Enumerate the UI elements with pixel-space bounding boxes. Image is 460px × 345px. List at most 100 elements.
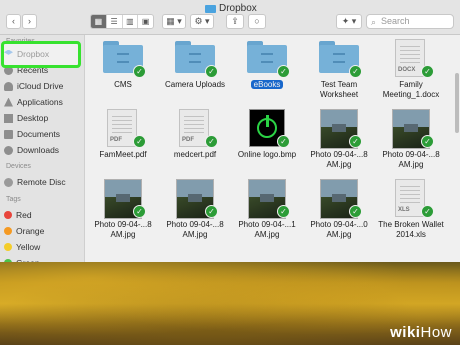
title-bar: Dropbox ‹ › ▦ ☰ ▥ ▣ ▦ ▾ ⚙ ▾ ⇪ ○ ✦ ▾ ⌕ Se…	[0, 0, 460, 35]
search-placeholder: Search	[381, 16, 410, 26]
sidebar-item-label: Documents	[17, 129, 60, 139]
file-item[interactable]: PDF ✓ medcert.pdf	[159, 107, 231, 177]
gallery-view-button[interactable]: ▣	[138, 15, 153, 28]
sync-check-icon: ✓	[421, 65, 434, 78]
arrange-button[interactable]: ▦ ▾	[162, 14, 186, 29]
sync-check-icon: ✓	[277, 135, 290, 148]
sidebar-tag-orange[interactable]: Orange	[4, 224, 80, 238]
document-icon	[4, 129, 13, 139]
file-item[interactable]: ✓ Photo 09-04-...8 AM.jpg	[159, 177, 231, 247]
sidebar-item-label: Orange	[16, 226, 45, 236]
file-name: medcert.pdf	[173, 150, 217, 159]
sidebar-item-icloud-drive[interactable]: iCloud Drive	[4, 79, 80, 93]
window-title: Dropbox	[205, 3, 257, 14]
file-item[interactable]: ✓ Photo 09-04-...8 AM.jpg	[303, 107, 375, 177]
finder-window: Dropbox ‹ › ▦ ☰ ▥ ▣ ▦ ▾ ⚙ ▾ ⇪ ○ ✦ ▾ ⌕ Se…	[0, 0, 460, 262]
file-name: The Broken Wallet 2014.xls	[378, 220, 444, 239]
sidebar-item-desktop[interactable]: Desktop	[4, 111, 80, 125]
dropbox-highlight-box	[1, 41, 81, 68]
file-item[interactable]: ✓ eBooks	[231, 37, 303, 107]
sidebar-item-label: Yellow	[16, 242, 41, 252]
sidebar-item-remote-disc[interactable]: Remote Disc	[4, 175, 80, 189]
file-name: Test Team Worksheet	[319, 80, 359, 99]
file-item[interactable]: ✓ Photo 09-04-...8 AM.jpg	[87, 177, 159, 247]
folder-icon	[205, 4, 216, 13]
file-item[interactable]: ✓ Test Team Worksheet	[303, 37, 375, 107]
sidebar-tag-red[interactable]: Red	[4, 208, 80, 222]
tag-button[interactable]: ○	[248, 14, 266, 29]
sidebar-item-label: Applications	[17, 97, 63, 107]
forward-button[interactable]: ›	[22, 14, 37, 29]
action-button[interactable]: ⚙ ▾	[190, 14, 214, 29]
share-button[interactable]: ⇪	[226, 14, 244, 29]
sidebar-item-applications[interactable]: Applications	[4, 95, 80, 109]
devices-header: Devices	[6, 163, 31, 170]
list-view-button[interactable]: ☰	[107, 15, 123, 28]
file-name: eBooks	[231, 80, 303, 90]
back-button[interactable]: ‹	[6, 14, 21, 29]
file-item[interactable]: XLS ✓ The Broken Wallet 2014.xls	[375, 177, 447, 247]
sync-check-icon: ✓	[349, 65, 362, 78]
file-name: FamMeet.pdf	[99, 150, 147, 159]
file-name: Photo 09-04-...8 AM.jpg	[166, 220, 224, 239]
sidebar-item-label: Downloads	[17, 145, 60, 155]
file-name: Online logo.bmp	[237, 150, 297, 159]
file-name: Photo 09-04-...0 AM.jpg	[310, 220, 368, 239]
sync-check-icon: ✓	[277, 65, 290, 78]
sync-check-icon: ✓	[133, 135, 146, 148]
watermark-how: How	[420, 324, 452, 341]
sidebar-item-label: Red	[16, 210, 32, 220]
file-item[interactable]: ✓ Online logo.bmp	[231, 107, 303, 177]
cloud-icon	[4, 81, 13, 91]
sync-check-icon: ✓	[349, 205, 362, 218]
file-item[interactable]: ✓ CMS	[87, 37, 159, 107]
icon-view-button[interactable]: ▦	[91, 15, 107, 28]
search-field[interactable]: ⌕ Search	[366, 14, 454, 29]
sync-check-icon: ✓	[349, 135, 362, 148]
sync-check-icon: ✓	[205, 135, 218, 148]
sync-check-icon: ✓	[421, 135, 434, 148]
dropbox-menu-button[interactable]: ✦ ▾	[336, 14, 362, 29]
file-name: Family Meeting_1.docx	[382, 80, 440, 99]
file-item[interactable]: ✓ Photo 09-04-...0 AM.jpg	[303, 177, 375, 247]
tag-color-dot	[4, 259, 12, 262]
file-item[interactable]: PDF ✓ FamMeet.pdf	[87, 107, 159, 177]
view-mode-segment: ▦ ☰ ▥ ▣	[90, 14, 154, 29]
file-name: Photo 09-04-...8 AM.jpg	[382, 150, 440, 169]
sidebar-tag-green[interactable]: Green	[4, 256, 80, 262]
sidebar-item-documents[interactable]: Documents	[4, 127, 80, 141]
sync-check-icon: ✓	[133, 205, 146, 218]
file-name: Photo 09-04-...8 AM.jpg	[310, 150, 368, 169]
scrollbar[interactable]	[455, 73, 459, 133]
sync-check-icon: ✓	[205, 65, 218, 78]
file-item[interactable]: ✓ Photo 09-04-...8 AM.jpg	[375, 107, 447, 177]
file-name: CMS	[114, 80, 132, 89]
window-title-text: Dropbox	[219, 3, 257, 14]
tag-color-dot	[4, 243, 12, 251]
sync-check-icon: ✓	[205, 205, 218, 218]
sidebar-item-downloads[interactable]: Downloads	[4, 143, 80, 157]
sidebar-item-label: Remote Disc	[17, 177, 66, 187]
tag-color-dot	[4, 227, 12, 235]
download-icon	[4, 145, 13, 155]
file-name: Photo 09-04-...8 AM.jpg	[94, 220, 152, 239]
file-name: Photo 09-04-...1 AM.jpg	[238, 220, 296, 239]
file-item[interactable]: DOCX ✓ Family Meeting_1.docx	[375, 37, 447, 107]
watermark-wiki: wiki	[390, 324, 421, 341]
column-view-button[interactable]: ▥	[123, 15, 139, 28]
sync-check-icon: ✓	[133, 65, 146, 78]
sync-check-icon: ✓	[277, 205, 290, 218]
sidebar: Favorites DropboxRecentsiCloud DriveAppl…	[0, 35, 85, 262]
file-item[interactable]: ✓ Camera Uploads	[159, 37, 231, 107]
sync-check-icon: ✓	[421, 205, 434, 218]
file-item[interactable]: ✓ Photo 09-04-...1 AM.jpg	[231, 177, 303, 247]
tag-color-dot	[4, 211, 12, 219]
wikihow-watermark: wikiHow	[390, 324, 452, 341]
file-grid: ✓ CMS ✓ Camera Uploads ✓ eBooks ✓ Test Team Wor…	[85, 35, 460, 262]
sidebar-item-label: Green	[16, 258, 40, 262]
sidebar-tag-yellow[interactable]: Yellow	[4, 240, 80, 254]
applications-icon	[4, 97, 13, 107]
sidebar-item-label: Desktop	[17, 113, 49, 123]
sidebar-item-label: iCloud Drive	[17, 81, 64, 91]
desktop-icon	[4, 113, 13, 123]
